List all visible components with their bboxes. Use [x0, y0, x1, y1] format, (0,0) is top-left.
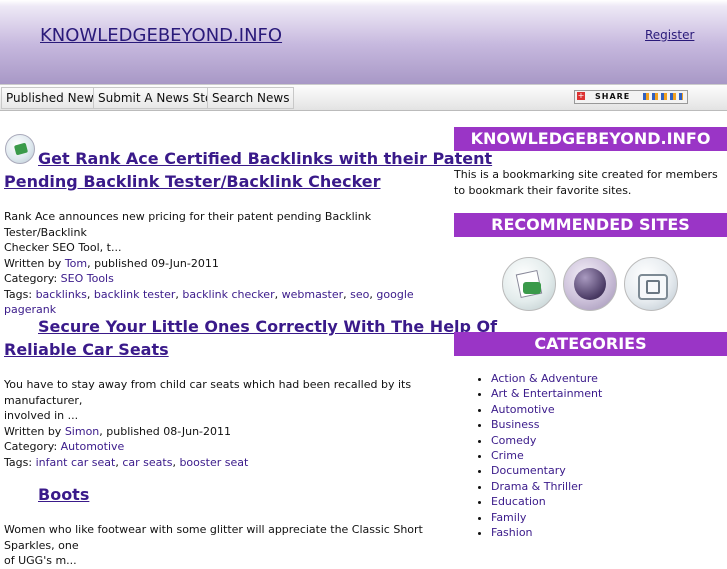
- category-link-education[interactable]: Education: [491, 495, 546, 508]
- category-item: Art & Entertainment: [491, 386, 602, 401]
- category-link-action-adventure[interactable]: Action & Adventure: [491, 372, 598, 385]
- nav-search-news[interactable]: Search News: [207, 87, 295, 109]
- category-link-family[interactable]: Family: [491, 511, 526, 524]
- category-link[interactable]: Automotive: [61, 440, 125, 453]
- sphere-icon[interactable]: [563, 257, 617, 311]
- category-item: Crime: [491, 448, 602, 463]
- sidebar-about-text: This is a bookmarking site created for m…: [454, 168, 718, 197]
- tag-link[interactable]: backlink checker: [182, 288, 274, 301]
- category-link-documentary[interactable]: Documentary: [491, 464, 566, 477]
- category-link-automotive[interactable]: Automotive: [491, 403, 555, 416]
- share-button[interactable]: + SHARE: [574, 90, 688, 104]
- nav-published-news[interactable]: Published News: [1, 87, 106, 109]
- category-item: Drama & Thriller: [491, 479, 602, 494]
- category-link[interactable]: SEO Tools: [61, 272, 114, 285]
- post-excerpt-3: Women who like footwear with some glitte…: [4, 523, 423, 567]
- category-link-business[interactable]: Business: [491, 418, 540, 431]
- tag-link[interactable]: backlinks: [36, 288, 87, 301]
- register-link[interactable]: Register: [645, 28, 694, 42]
- category-item: Family: [491, 510, 602, 525]
- tag-link[interactable]: webmaster: [282, 288, 344, 301]
- social-services-icon: [643, 93, 683, 100]
- category-item: Action & Adventure: [491, 371, 602, 386]
- category-link-crime[interactable]: Crime: [491, 449, 524, 462]
- category-item: Fashion: [491, 525, 602, 540]
- post-title-2[interactable]: Secure Your Little Ones Correctly With T…: [4, 315, 497, 361]
- post-excerpt-1: Rank Ace announces new pricing for their…: [4, 210, 414, 316]
- category-link-fashion[interactable]: Fashion: [491, 526, 533, 539]
- category-list: Action & Adventure Art & Entertainment A…: [469, 371, 602, 540]
- post-excerpt-2: You have to stay away from child car sea…: [4, 378, 412, 469]
- tag-link[interactable]: seo: [350, 288, 369, 301]
- category-link-drama-thriller[interactable]: Drama & Thriller: [491, 480, 582, 493]
- category-item: Automotive: [491, 402, 602, 417]
- tv-icon[interactable]: [624, 257, 678, 311]
- post-title-3[interactable]: Boots: [4, 483, 89, 506]
- category-item: Education: [491, 494, 602, 509]
- post-title-1[interactable]: Get Rank Ace Certified Backlinks with th…: [4, 147, 492, 193]
- sidebar-about-heading: KNOWLEDGEBEYOND.INFO: [454, 127, 727, 151]
- site-header: KNOWLEDGEBEYOND.INFO Register: [0, 0, 727, 84]
- sidebar-categories-heading: CATEGORIES: [454, 332, 727, 356]
- cards-icon[interactable]: [502, 257, 556, 311]
- sidebar-recommended-heading: RECOMMENDED SITES: [454, 213, 727, 237]
- tag-link[interactable]: car seats: [122, 456, 172, 469]
- author-link[interactable]: Tom: [65, 257, 87, 270]
- site-title-link[interactable]: KNOWLEDGEBEYOND.INFO: [40, 25, 282, 46]
- share-plus-icon: +: [577, 91, 585, 100]
- share-label: SHARE: [595, 92, 631, 101]
- category-link-art-entertainment[interactable]: Art & Entertainment: [491, 387, 602, 400]
- tag-link[interactable]: infant car seat: [36, 456, 116, 469]
- category-item: Business: [491, 417, 602, 432]
- author-link[interactable]: Simon: [65, 425, 99, 438]
- category-item: Documentary: [491, 463, 602, 478]
- tag-link[interactable]: backlink tester: [94, 288, 176, 301]
- category-item: Comedy: [491, 433, 602, 448]
- tag-link[interactable]: booster seat: [179, 456, 248, 469]
- category-link-comedy[interactable]: Comedy: [491, 434, 536, 447]
